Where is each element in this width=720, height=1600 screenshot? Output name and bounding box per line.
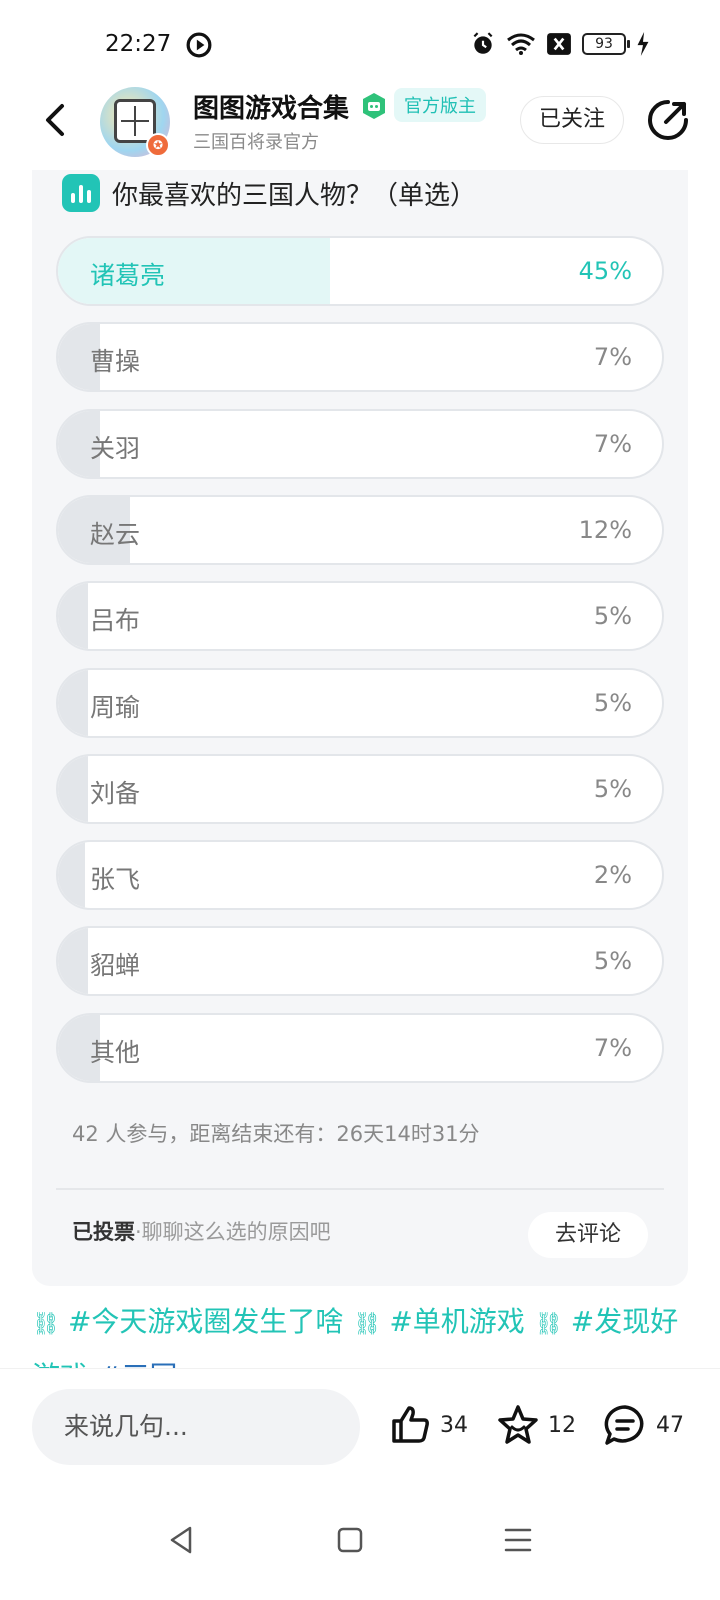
- status-icons: 93: [470, 31, 650, 57]
- poll-option-label: 周瑜: [90, 692, 141, 722]
- comment-count: 47: [656, 1412, 684, 1438]
- poll-option-fill: [58, 583, 89, 650]
- link-icon: ⛓: [353, 1312, 382, 1337]
- divider: [56, 1188, 664, 1190]
- poll-option[interactable]: 吕布 5%: [56, 581, 664, 652]
- poll-option-label: 关羽: [90, 433, 141, 463]
- poll-option-label: 刘备: [90, 778, 141, 808]
- comment-bubble-icon: [604, 1405, 644, 1445]
- poll-meta: 42 人参与，距离结束还有：26天14时31分: [72, 1122, 480, 1146]
- poll-option-percent: 45%: [578, 257, 632, 285]
- system-nav-bar: [0, 1490, 720, 1600]
- poll-option-label: 张飞: [90, 865, 141, 895]
- avatar[interactable]: ✪: [100, 87, 170, 157]
- poll-option-label: 曹操: [90, 347, 141, 377]
- charging-icon: [637, 32, 649, 56]
- follow-button[interactable]: 已关注: [520, 96, 624, 144]
- battery-indicator: 93: [582, 33, 630, 55]
- topic-tag[interactable]: ⛓ #今天游戏圈发生了啥: [32, 1305, 343, 1338]
- poll-option-percent: 2%: [593, 861, 632, 890]
- nav-menu-icon[interactable]: [498, 1520, 538, 1560]
- avatar-badge-icon: ✪: [146, 133, 170, 157]
- poll-option-percent: 7%: [593, 343, 632, 372]
- voted-hint: ·聊聊这么选的原因吧: [135, 1220, 331, 1244]
- status-bar: 22:27 93: [0, 0, 720, 90]
- poll-option-percent: 7%: [593, 1033, 632, 1062]
- poll-card: 你最喜欢的三国人物？（单选） 诸葛亮 45% 曹操 7% 关羽 7% 赵云 12% 吕布 5% 周瑜…: [32, 170, 688, 1286]
- poll-option-percent: 5%: [593, 947, 632, 976]
- share-icon[interactable]: [646, 98, 690, 142]
- nav-back-icon[interactable]: [162, 1520, 202, 1560]
- topic-tag-text: #今天游戏圈发生了啥: [67, 1305, 344, 1338]
- poll-option[interactable]: 周瑜 5%: [56, 667, 664, 738]
- poll-option-fill: [58, 755, 89, 822]
- poll-option-percent: 5%: [593, 688, 632, 717]
- bottom-action-bar: 来说几句... 34 12 47: [0, 1368, 720, 1490]
- poll-option-label: 貂蝉: [90, 951, 141, 981]
- poll-option-percent: 5%: [593, 602, 632, 631]
- poll-option[interactable]: 关羽 7%: [56, 408, 664, 479]
- poll-option-label: 吕布: [90, 606, 141, 636]
- poll-option-percent: 5%: [593, 774, 632, 803]
- poll-option[interactable]: 诸葛亮 45%: [56, 236, 664, 306]
- poll-option[interactable]: 曹操 7%: [56, 322, 664, 393]
- favorite-count: 12: [548, 1412, 576, 1438]
- voted-status: 已投票·聊聊这么选的原因吧: [72, 1216, 331, 1246]
- verified-icon: [363, 93, 385, 119]
- poll-option-fill: [58, 928, 89, 995]
- like-count: 34: [440, 1412, 468, 1438]
- play-icon: [186, 32, 212, 58]
- poll-option[interactable]: 其他 7%: [56, 1012, 664, 1083]
- post-header: ✪ 图图游戏合集 官方版主 三国百将录官方 已关注: [0, 80, 720, 170]
- poll-option[interactable]: 赵云 12%: [56, 494, 664, 565]
- official-moderator-badge: 官方版主: [394, 88, 486, 122]
- poll-option-percent: 7%: [593, 429, 632, 458]
- poll-option-label: 其他: [90, 1037, 141, 1067]
- back-icon[interactable]: [36, 100, 76, 140]
- poll-option-fill: [58, 842, 86, 909]
- author-name[interactable]: 图图游戏合集: [193, 88, 349, 125]
- voted-label: 已投票: [72, 1220, 135, 1244]
- poll-option[interactable]: 刘备 5%: [56, 753, 664, 824]
- link-icon: ⛓: [32, 1312, 60, 1337]
- poll-option-fill: [58, 669, 89, 736]
- star-icon: [498, 1405, 538, 1444]
- status-time: 22:27: [105, 31, 172, 57]
- thumbs-up-icon: [392, 1406, 429, 1443]
- nav-home-icon[interactable]: [330, 1520, 370, 1560]
- topic-tag[interactable]: ⛓ #单机游戏: [353, 1305, 524, 1338]
- poll-chart-icon: [62, 174, 100, 212]
- poll-title: 你最喜欢的三国人物？（单选）: [112, 180, 477, 211]
- poll-title-row: 你最喜欢的三国人物？（单选）: [62, 174, 476, 212]
- go-comment-button[interactable]: 去评论: [528, 1212, 648, 1258]
- like-button[interactable]: 34: [388, 1403, 468, 1447]
- poll-option-label: 赵云: [90, 519, 141, 549]
- author-subtitle: 三国百将录官方: [193, 132, 319, 153]
- comment-input[interactable]: 来说几句...: [32, 1389, 360, 1465]
- sim-off-icon: [547, 33, 571, 55]
- wifi-icon: [507, 33, 535, 55]
- poll-option[interactable]: 张飞 2%: [56, 840, 664, 911]
- topic-tag-text: #单机游戏: [389, 1305, 525, 1338]
- poll-option-label: 诸葛亮: [90, 261, 166, 290]
- link-icon: ⛓: [534, 1312, 563, 1337]
- comments-button[interactable]: 47: [602, 1403, 684, 1447]
- poll-option[interactable]: 貂蝉 5%: [56, 926, 664, 997]
- poll-option-percent: 12%: [578, 515, 632, 544]
- alarm-icon: [473, 32, 493, 54]
- favorite-button[interactable]: 12: [496, 1403, 576, 1447]
